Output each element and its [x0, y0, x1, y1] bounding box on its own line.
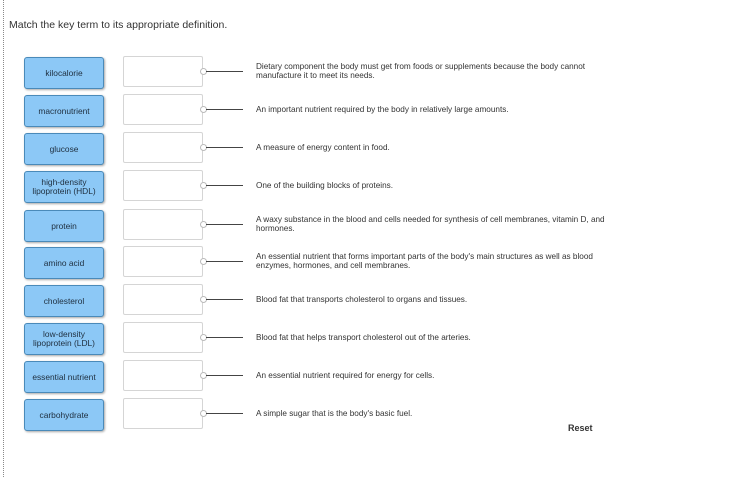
match-row: high-density lipoprotein (HDL) One of th… [0, 170, 733, 205]
drop-target[interactable] [123, 398, 203, 429]
drop-target[interactable] [123, 132, 203, 163]
term-hdl[interactable]: high-density lipoprotein (HDL) [24, 171, 104, 203]
term-glucose[interactable]: glucose [24, 133, 104, 165]
drop-target[interactable] [123, 94, 203, 125]
term-amino-acid[interactable]: amino acid [24, 247, 104, 279]
term-ldl[interactable]: low-density lipoprotein (LDL) [24, 323, 104, 355]
definition-text: An essential nutrient required for energ… [256, 370, 435, 380]
connector-line [206, 147, 243, 148]
definition-text: An essential nutrient that forms importa… [256, 252, 593, 270]
match-row: carbohydrate A simple sugar that is the … [0, 398, 733, 433]
match-row: essential nutrient An essential nutrient… [0, 360, 733, 395]
drop-target[interactable] [123, 360, 203, 391]
drop-target[interactable] [123, 284, 203, 315]
drop-target[interactable] [123, 170, 203, 201]
match-row: low-density lipoprotein (LDL) Blood fat … [0, 322, 733, 357]
match-row: glucose A measure of energy content in f… [0, 132, 733, 167]
drop-target[interactable] [123, 246, 203, 277]
definition-text: Dietary component the body must get from… [256, 62, 586, 80]
connector-line [206, 413, 243, 414]
definition-text: An important nutrient required by the bo… [256, 104, 509, 114]
connector-line [206, 185, 243, 186]
definition-text: Blood fat that transports cholesterol to… [256, 294, 468, 304]
connector-line [206, 299, 243, 300]
definition-text: One of the building blocks of proteins. [256, 180, 393, 190]
definition-text: A waxy substance in the blood and cells … [256, 215, 605, 233]
drop-target[interactable] [123, 322, 203, 353]
term-carbohydrate[interactable]: carbohydrate [24, 399, 104, 431]
connector-line [206, 337, 243, 338]
match-row: cholesterol Blood fat that transports ch… [0, 284, 733, 319]
match-row: kilocalorie Dietary component the body m… [0, 56, 733, 91]
term-essential-nutrient[interactable]: essential nutrient [24, 361, 104, 393]
connector-line [206, 71, 243, 72]
instructions-text: Match the key term to its appropriate de… [9, 19, 228, 31]
term-kilocalorie[interactable]: kilocalorie [24, 57, 104, 89]
connector-line [206, 375, 243, 376]
term-macronutrient[interactable]: macronutrient [24, 95, 104, 127]
connector-line [206, 261, 243, 262]
match-row: protein A waxy substance in the blood an… [0, 209, 733, 244]
match-row: amino acid An essential nutrient that fo… [0, 246, 733, 281]
match-row: macronutrient An important nutrient requ… [0, 94, 733, 129]
definition-text: Blood fat that helps transport cholester… [256, 332, 471, 342]
term-protein[interactable]: protein [24, 210, 104, 242]
reset-button[interactable]: Reset [568, 423, 593, 433]
connector-line [206, 224, 243, 225]
definition-text: A simple sugar that is the body's basic … [256, 408, 413, 418]
connector-line [206, 109, 243, 110]
term-cholesterol[interactable]: cholesterol [24, 285, 104, 317]
definition-text: A measure of energy content in food. [256, 142, 390, 152]
drop-target[interactable] [123, 209, 203, 240]
drop-target[interactable] [123, 56, 203, 87]
